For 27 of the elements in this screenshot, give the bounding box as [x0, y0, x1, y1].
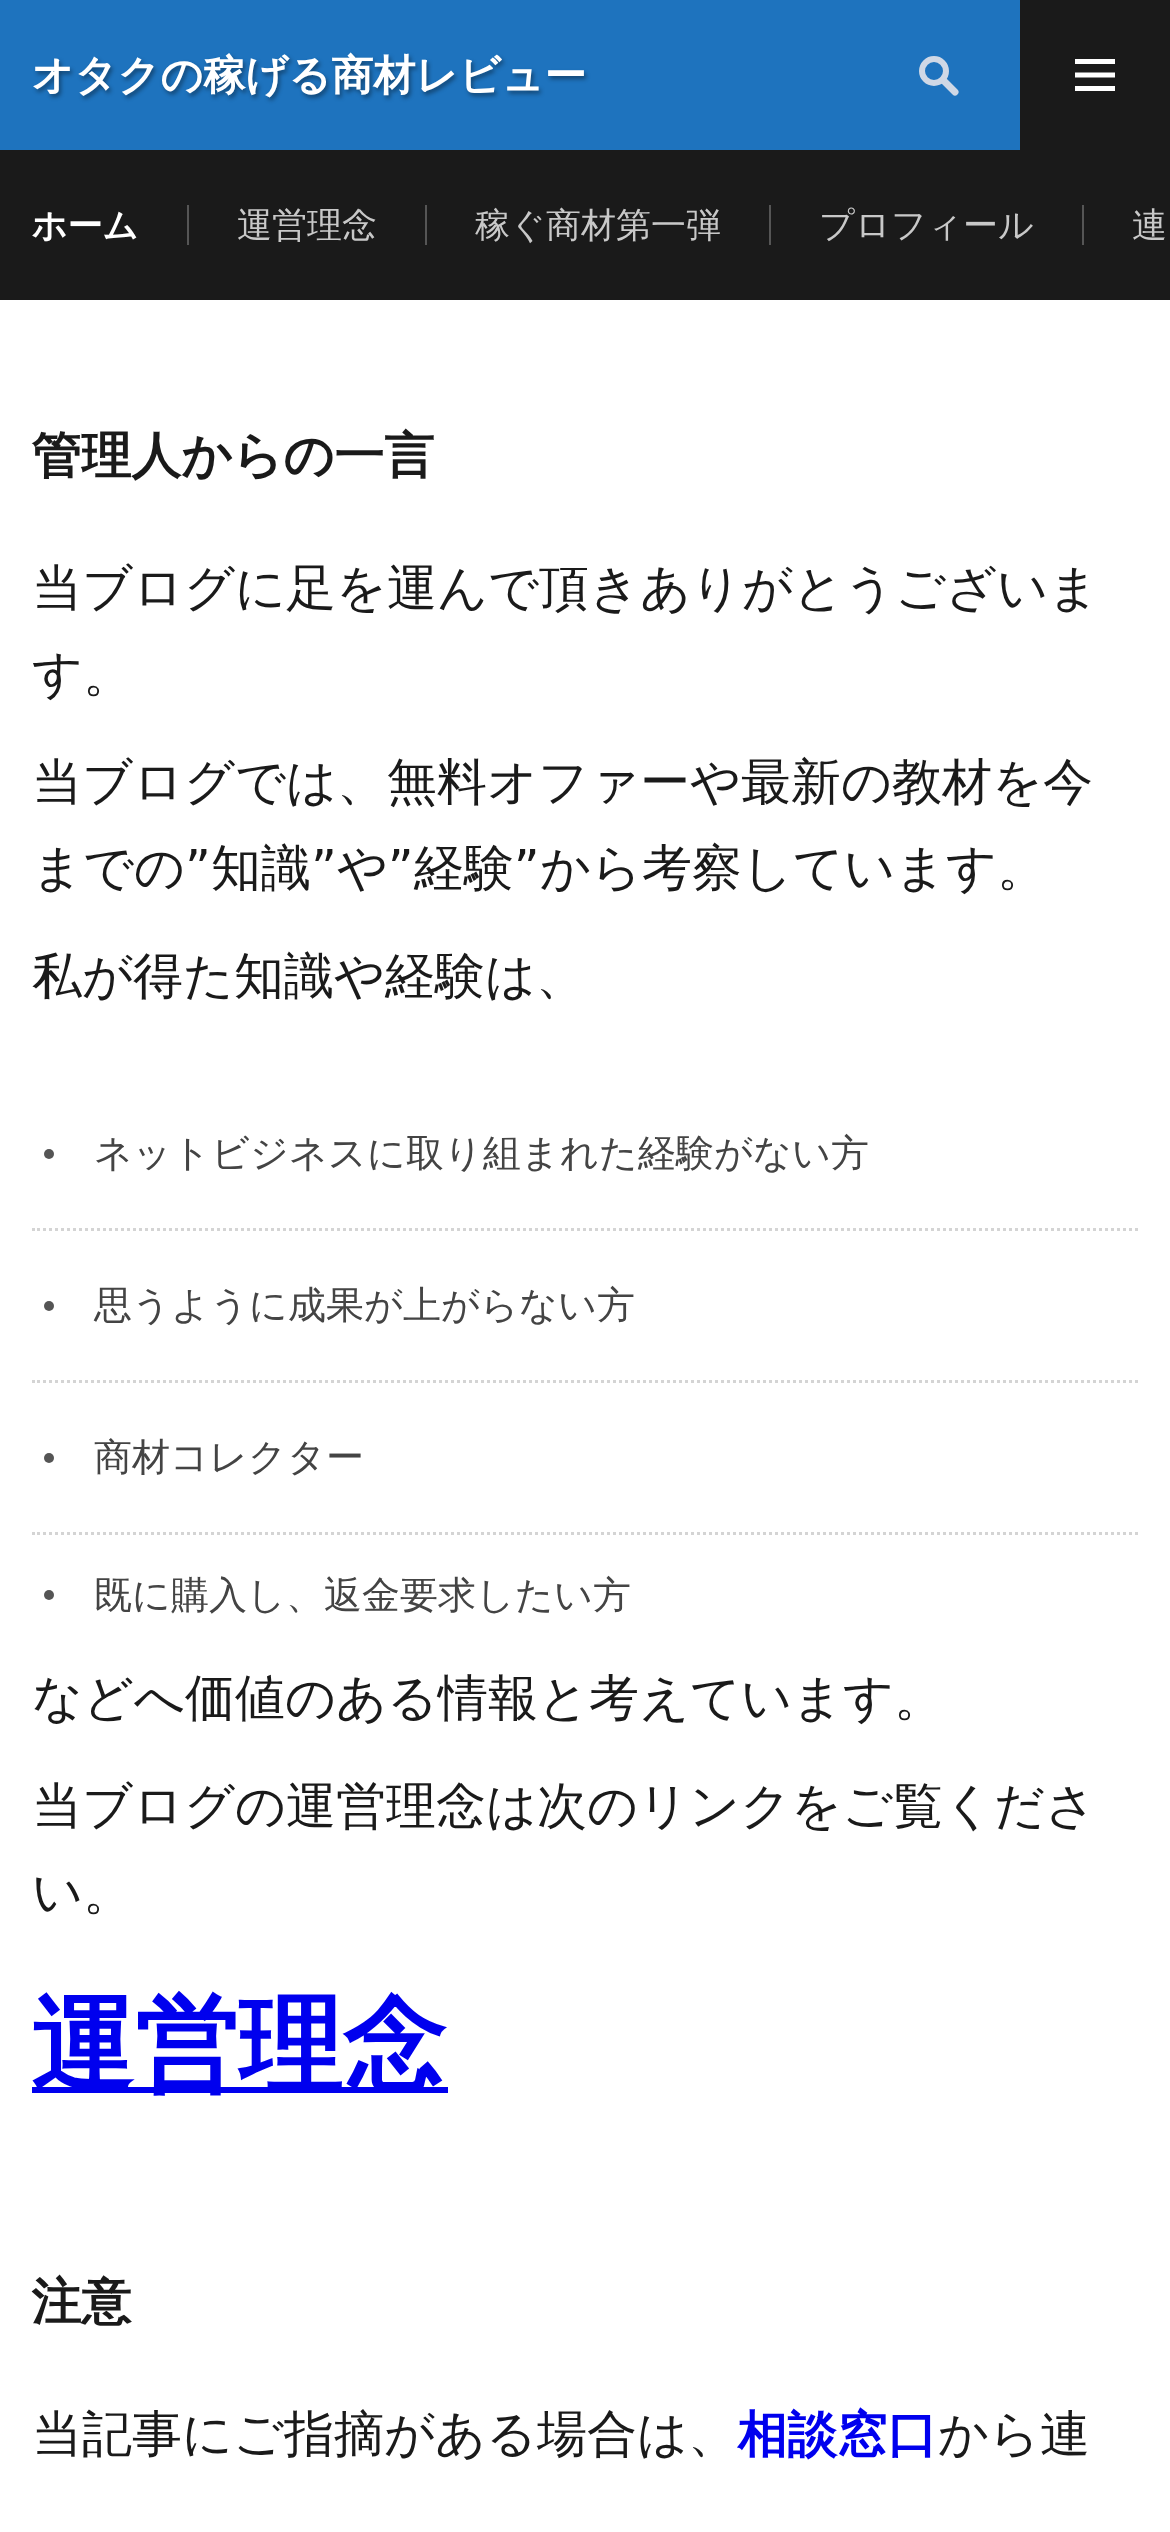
list-item: 思うように成果が上がらない方 — [94, 1282, 635, 1329]
menu-button[interactable] — [1020, 0, 1170, 150]
bullet-icon — [44, 1300, 54, 1311]
bullet-icon — [44, 1590, 54, 1600]
menu-icon — [1075, 58, 1115, 92]
large-link[interactable]: 運営理念 — [32, 1982, 448, 2104]
paragraph: 私が得た知識や経験は、 — [32, 946, 587, 1007]
nav-link[interactable]: 稼ぐ商材第一弾 — [475, 198, 721, 252]
nav-link[interactable]: ホーム — [32, 198, 139, 252]
paragraph: 当ブログの運営理念は次のリンクをご覧ください。 — [32, 1776, 1097, 1923]
nav-link[interactable]: 連 — [1132, 198, 1167, 252]
list-item: ネットビジネスに取り組まれた経験がない方 — [94, 1130, 869, 1177]
nav-link[interactable]: 運営理念 — [237, 198, 377, 252]
paragraph: 当ブログに足を運んで頂きありがとうございます。 — [32, 558, 1100, 705]
nav-link[interactable]: プロフィール — [819, 198, 1034, 252]
inline-link[interactable]: 相談窓口 — [738, 2405, 938, 2463]
list-item: 商材コレクター — [94, 1434, 364, 1481]
section-heading: 管理人からの一言 — [32, 425, 436, 485]
site-title[interactable]: オタクの稼げる商材レビュー — [32, 49, 587, 101]
bullet-icon — [44, 1452, 54, 1463]
search-icon[interactable] — [916, 53, 960, 97]
section-heading: 注意 — [32, 2271, 133, 2331]
paragraph: 当記事にご指摘がある場合は、相談窓口から連 — [32, 2404, 1091, 2465]
bullet-icon — [44, 1148, 54, 1159]
paragraph: などへ価値のある情報と考えています。 — [32, 1668, 945, 1729]
list-item: 既に購入し、返金要求したい方 — [94, 1571, 631, 1619]
paragraph: 当ブログでは、無料オファーや最新の教材を今までの”知識”や”経験”から考察しています。 — [32, 752, 1094, 899]
